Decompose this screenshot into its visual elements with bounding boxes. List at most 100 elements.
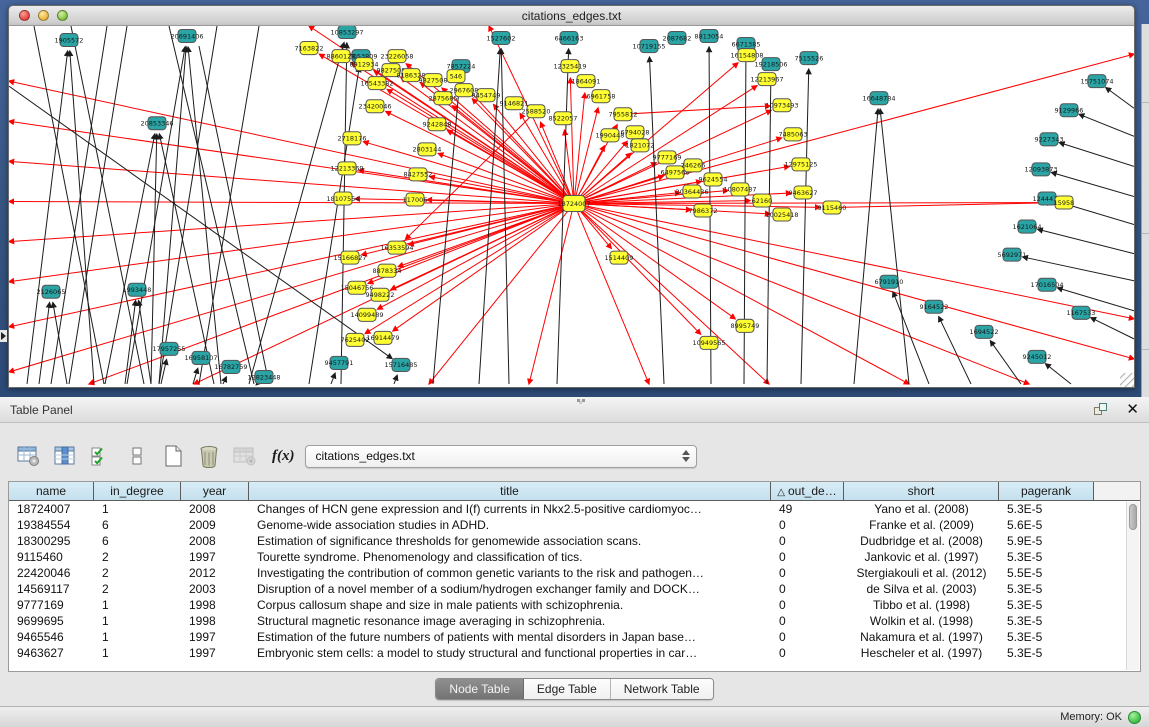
select-all-icon[interactable] [86,441,116,471]
graph-node-yellow[interactable]: 1821072 [626,139,655,152]
column-header-pagerank[interactable]: pagerank [999,482,1094,500]
graph-node-teal[interactable]: 12823448 [247,370,280,383]
float-window-icon[interactable] [1094,402,1110,417]
graph-node-yellow[interactable]: 20364436 [675,185,708,198]
graph-node-yellow[interactable]: 7986372 [689,204,718,217]
table-selector-dropdown[interactable]: citations_edges.txt [305,445,697,468]
table-row[interactable]: 1830029562008Estimation of significance … [9,533,1140,549]
graph-node-yellow[interactable]: 15166827 [333,251,366,264]
network-canvas[interactable]: 1905572206914061085329716053809785722415… [9,26,1134,387]
tab-edge-table[interactable]: Edge Table [524,679,611,699]
graph-node-teal[interactable]: 9227343 [1035,133,1064,146]
scrollbar-thumb[interactable] [1129,504,1137,530]
window-titlebar[interactable]: citations_edges.txt [9,6,1134,26]
column-header-out_de[interactable]: △out_de… [771,482,844,500]
graph-node-teal[interactable]: 19218506 [754,58,787,71]
graph-node-yellow[interactable]: 546 [447,70,465,83]
graph-node-teal[interactable]: 1993448 [123,283,152,296]
graph-node-teal[interactable]: 8813054 [695,30,724,43]
graph-node-yellow[interactable]: 15958 [1054,196,1075,209]
delete-table-icon[interactable] [230,441,260,471]
clear-selection-icon[interactable] [122,441,152,471]
table-options-icon[interactable] [14,441,44,471]
column-header-name[interactable]: name [9,482,94,500]
graph-node-yellow[interactable]: 8522057 [549,112,578,125]
graph-node-teal[interactable]: 2126065 [37,285,66,298]
close-panel-icon[interactable]: ✕ [1126,402,1139,417]
graph-node-teal[interactable]: 9457791 [325,356,354,369]
function-builder-button[interactable]: f(x) [272,448,295,465]
graph-node-yellow[interactable]: 12213369 [330,162,363,175]
graph-node-teal[interactable]: 7515526 [795,52,824,65]
table-row[interactable]: 1456911722003Disruption of a novel membe… [9,581,1140,597]
delete-columns-icon[interactable] [194,441,224,471]
graph-node-yellow[interactable]: 23226058 [380,50,413,63]
show-columns-icon[interactable] [50,441,80,471]
graph-node-teal[interactable]: 20691406 [170,30,203,43]
graph-node-yellow[interactable]: 9777169 [653,151,682,164]
graph-node-teal[interactable]: 12093873 [1024,163,1057,176]
graph-node-yellow[interactable]: 9463627 [789,186,818,199]
column-header-in_degree[interactable]: in_degree [94,482,181,500]
graph-node-yellow[interactable]: 8995749 [731,319,760,332]
graph-node-teal[interactable]: 16958107 [184,351,217,364]
graph-node-teal[interactable]: 15716485 [384,358,417,371]
graph-node-yellow[interactable]: 9115460 [818,201,847,214]
graph-node-teal[interactable]: 1621064 [1013,220,1042,233]
graph-node-yellow[interactable]: 9498222 [366,288,395,301]
graph-node-teal[interactable]: 16648784 [862,92,895,105]
graph-node-yellow[interactable]: 10807487 [723,183,756,196]
graph-node-yellow[interactable]: 2718176 [338,132,367,145]
graph-node-teal[interactable]: 15751074 [1080,75,1113,88]
column-header-title[interactable]: title [249,482,771,500]
table-row[interactable]: 977716911998Corpus callosum shape and si… [9,597,1140,613]
table-row[interactable]: 1872400712008Changes of HCN gene express… [9,501,1140,517]
collapse-arrow-icon[interactable] [0,330,7,342]
new-column-icon[interactable] [158,441,188,471]
graph-node-yellow[interactable]: 1864091 [572,75,601,88]
graph-node-yellow[interactable]: 8878334 [373,264,402,277]
graph-node-yellow[interactable]: 7485063 [779,128,808,141]
citation-network-graph[interactable]: 1905572206914061085329716053809785722415… [9,26,1134,387]
graph-node-yellow[interactable]: 2588520 [522,105,551,118]
graph-node-yellow[interactable]: 6794028 [621,126,650,139]
graph-node-teal[interactable]: 6466163 [555,32,584,45]
graph-node-yellow[interactable]: 12213967 [750,73,783,86]
resize-grip-icon[interactable] [1120,373,1134,387]
graph-node-yellow[interactable]: 10025418 [765,208,798,221]
graph-node-yellow[interactable]: 1514409 [605,251,634,264]
graph-node-teal[interactable]: 9164522 [920,300,949,313]
graph-node-teal[interactable]: 1527602 [487,32,516,45]
tab-node-table[interactable]: Node Table [436,679,524,699]
graph-node-teal[interactable]: 17016504 [1030,278,1063,291]
table-row[interactable]: 946554611997Estimation of the future num… [9,629,1140,645]
graph-node-teal[interactable]: 5692971 [998,248,1027,261]
graph-node-teal[interactable]: 1694522 [970,325,999,338]
graph-node-yellow[interactable]: 7625402 [341,333,370,346]
table-row[interactable]: 969969511998Structural magnetic resonanc… [9,613,1140,629]
tab-network-table[interactable]: Network Table [611,679,713,699]
graph-node-yellow[interactable]: 12325419 [553,60,586,73]
graph-node-teal[interactable]: 10853297 [330,26,363,39]
graph-node-yellow[interactable]: 16543382 [360,77,393,90]
graph-node-yellow[interactable]: 7163822 [295,42,324,55]
graph-node-yellow[interactable]: 10949565 [692,336,725,349]
graph-node-yellow[interactable]: 8912934 [350,58,379,71]
column-header-year[interactable]: year [181,482,249,500]
graph-node-teal[interactable]: 17957255 [152,342,185,355]
graph-node-teal[interactable]: 2087682 [663,32,692,45]
graph-node-yellow[interactable]: 117006 [403,193,428,206]
graph-node-yellow[interactable]: 8454749 [472,89,501,102]
splitter-grip[interactable] [575,398,589,403]
table-scrollbar[interactable] [1126,502,1139,670]
graph-node-yellow[interactable]: 7955812 [609,108,638,121]
graph-node-yellow[interactable]: 2803144 [413,143,442,156]
graph-node-yellow[interactable]: 6961758 [587,90,616,103]
column-header-short[interactable]: short [844,482,999,500]
graph-node-yellow[interactable]: 12975125 [784,158,817,171]
graph-node-yellow[interactable]: 62160 [752,194,773,207]
graph-node-yellow[interactable]: 23420046 [358,100,391,113]
table-row[interactable]: 2242004622012Investigating the contribut… [9,565,1140,581]
graph-node-teal[interactable]: 1905572 [55,34,84,47]
graph-node-teal[interactable]: 9245012 [1023,350,1052,363]
